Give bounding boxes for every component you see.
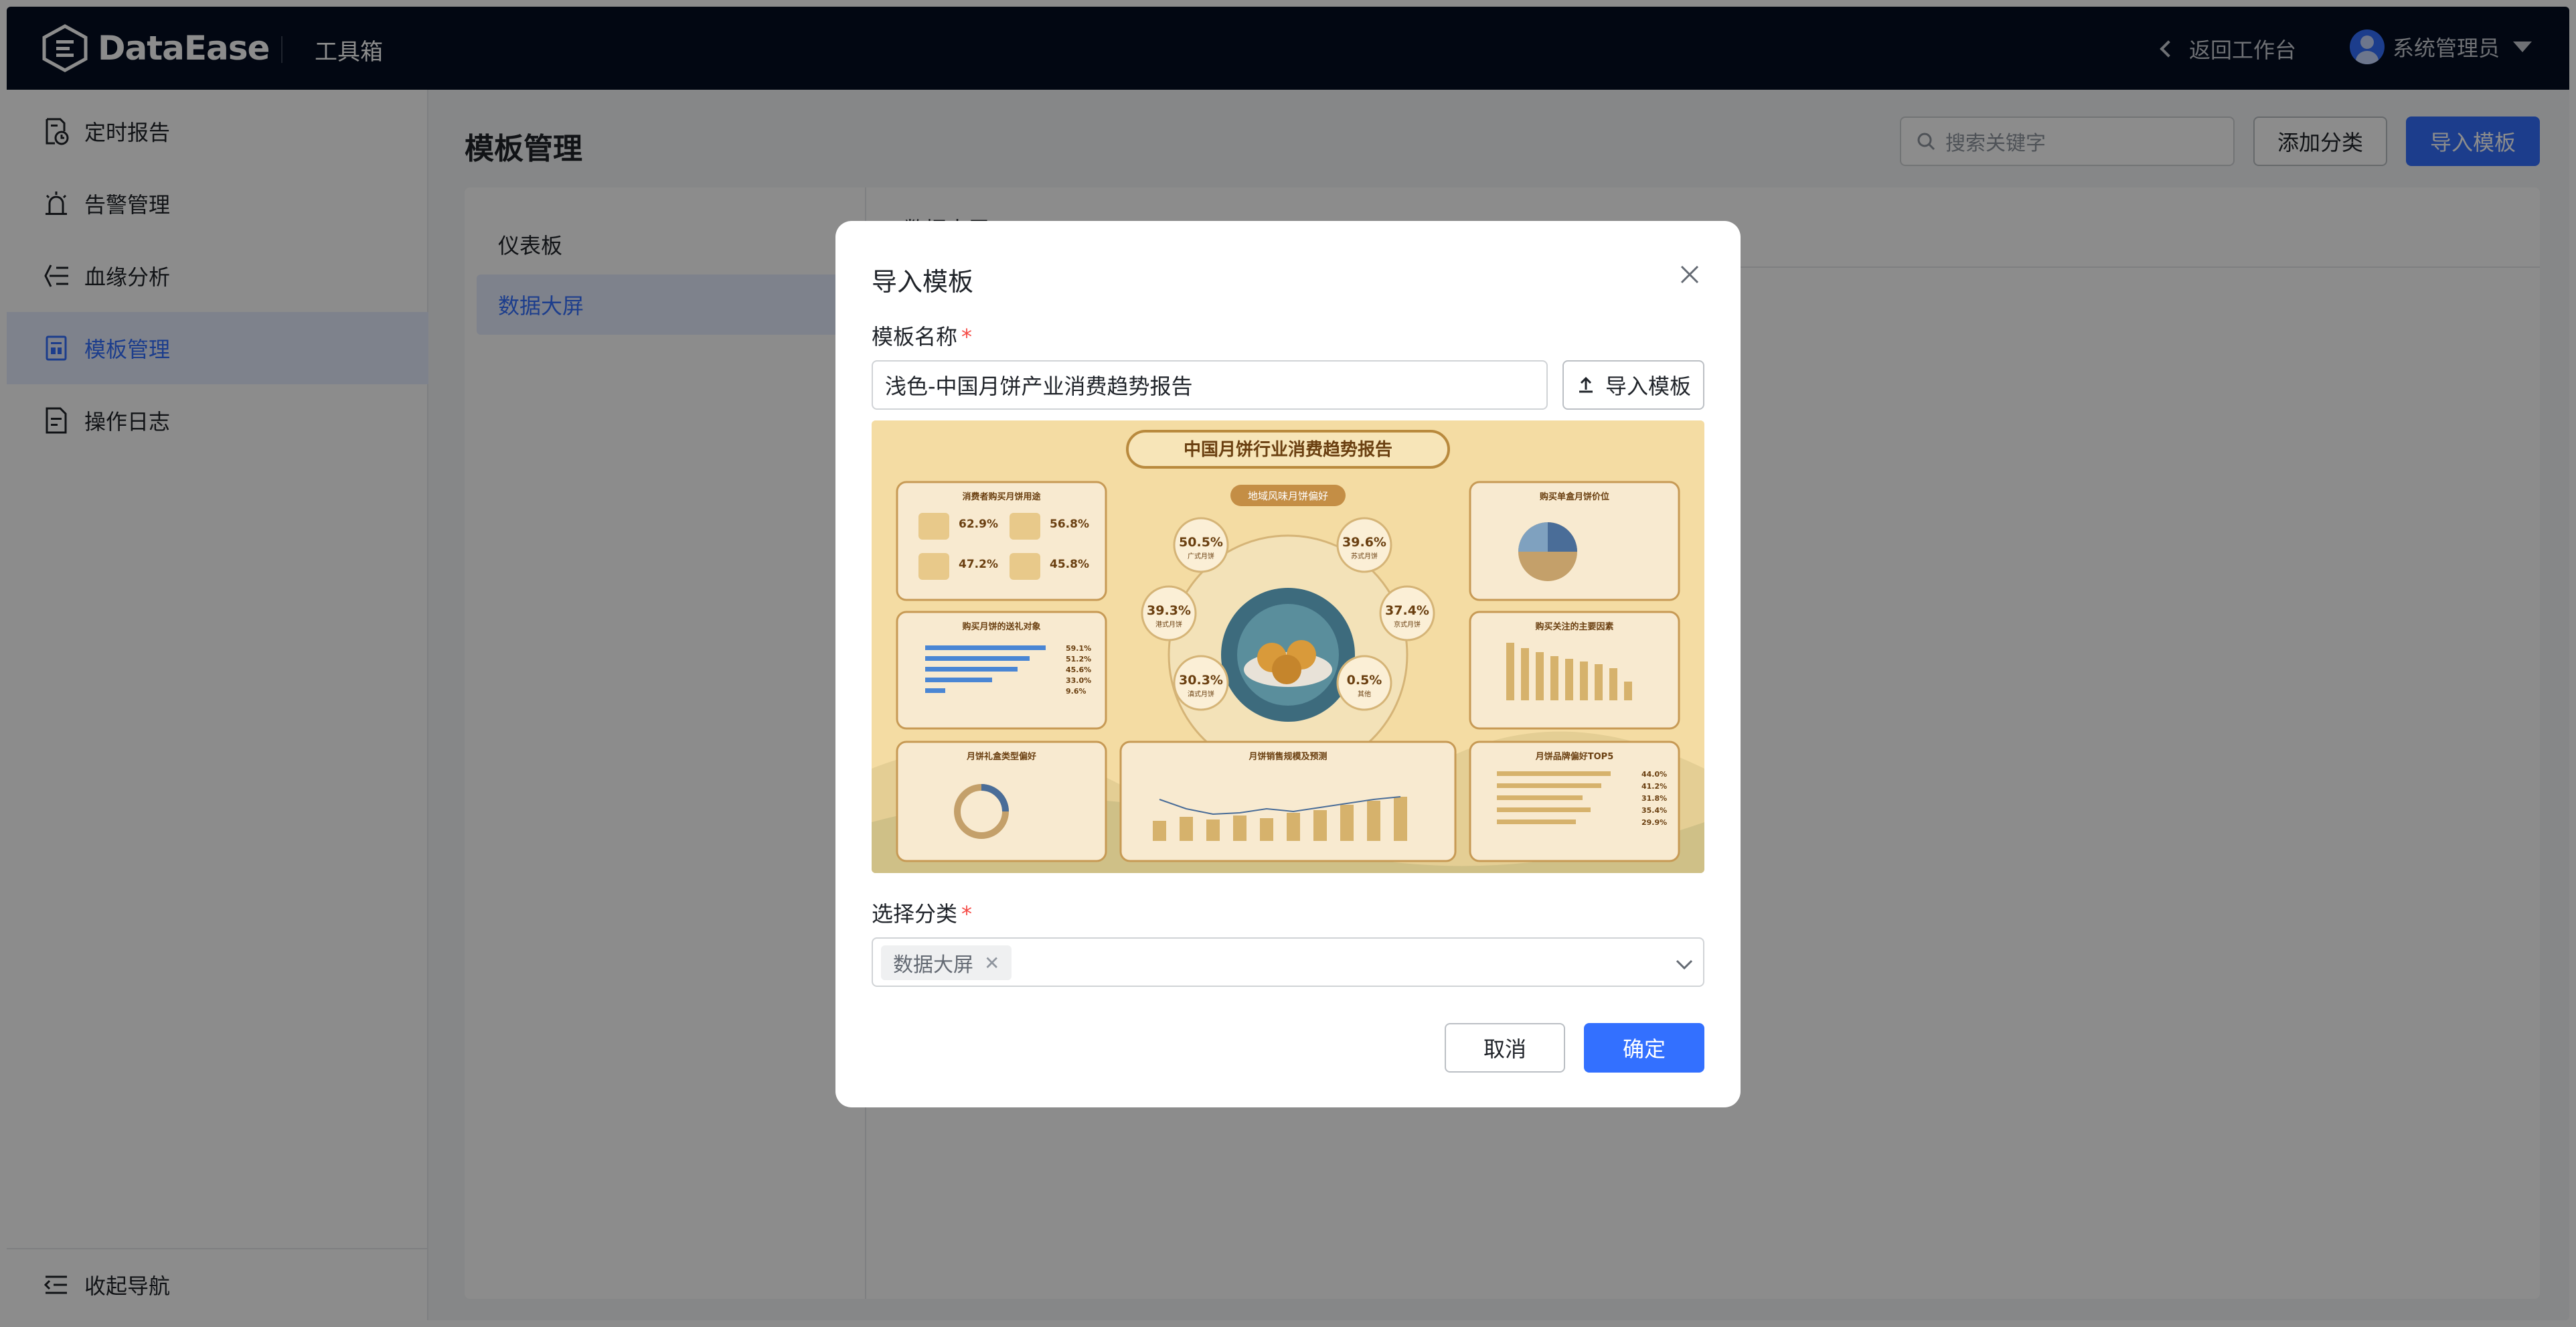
confirm-button[interactable]: 确定	[1584, 1023, 1704, 1073]
preview-center-title: 地域风味月饼偏好	[1248, 490, 1328, 502]
region-stat: 39.6%	[1342, 535, 1386, 550]
import-template-dialog: 导入模板 模板名称 * 浅色-中国月饼产业消费趋势报告 导入模板 中国月饼行业消费…	[835, 221, 1741, 1107]
template-name-label: 模板名称 *	[872, 320, 972, 351]
required-mark: *	[961, 324, 973, 349]
category-select[interactable]: 数据大屏 ✕	[872, 937, 1704, 987]
brand-value: 35.4%	[1641, 806, 1667, 815]
brand-value: 44.0%	[1641, 770, 1667, 779]
close-icon[interactable]	[1676, 261, 1703, 288]
region-stat: 0.5%	[1347, 673, 1382, 688]
gift-value: 9.6%	[1066, 687, 1086, 696]
category-select-label: 选择分类 *	[872, 897, 972, 928]
template-name-label-text: 模板名称	[872, 324, 958, 349]
preview-panel-sales: 月饼销售规模及预测	[1248, 751, 1327, 762]
region-label: 广式月饼	[1188, 552, 1214, 560]
region-stat: 50.5%	[1179, 535, 1223, 550]
region-label: 港式月饼	[1155, 620, 1182, 629]
preview-title: 中国月饼行业消费趋势报告	[1184, 439, 1392, 460]
cancel-button[interactable]: 取消	[1445, 1023, 1565, 1073]
usage-stat: 47.2%	[959, 558, 998, 571]
preview-panel-brand: 月饼品牌偏好TOP5	[1535, 751, 1614, 762]
region-label: 滇式月饼	[1188, 690, 1214, 698]
category-select-label-text: 选择分类	[872, 901, 958, 927]
required-mark: *	[961, 901, 973, 927]
selected-category-tag: 数据大屏 ✕	[881, 945, 1012, 980]
preview-panel-usage: 消费者购买月饼用途	[962, 491, 1041, 502]
tag-label: 数据大屏	[893, 953, 973, 977]
template-name-input[interactable]: 浅色-中国月饼产业消费趋势报告	[872, 360, 1548, 410]
preview-panel-factors: 购买关注的主要因素	[1535, 621, 1613, 632]
region-stat: 37.4%	[1385, 603, 1429, 618]
region-label: 京式月饼	[1394, 620, 1421, 629]
brand-value: 29.9%	[1641, 818, 1667, 827]
preview-canvas: 中国月饼行业消费趋势报告 地域风味月饼偏好 消费者购买月饼用途 62.9% 56…	[872, 420, 1704, 873]
usage-stat: 62.9%	[959, 518, 998, 531]
preview-panel-gift: 购买月饼的送礼对象	[962, 621, 1040, 632]
gift-value: 33.0%	[1066, 676, 1091, 685]
template-preview-image: 中国月饼行业消费趋势报告 地域风味月饼偏好 消费者购买月饼用途 62.9% 56…	[872, 420, 1704, 873]
gift-value: 59.1%	[1066, 644, 1091, 653]
usage-stat: 45.8%	[1050, 558, 1089, 571]
upload-icon	[1579, 376, 1593, 393]
preview-panel-price: 购买单盒月饼价位	[1540, 491, 1609, 502]
gift-value: 45.6%	[1066, 666, 1091, 674]
region-label: 其他	[1358, 690, 1371, 698]
usage-stat: 56.8%	[1050, 518, 1089, 531]
region-label: 苏式月饼	[1351, 552, 1378, 560]
chevron-down-icon	[1676, 959, 1693, 970]
region-stat: 30.3%	[1179, 673, 1223, 688]
region-stat: 39.3%	[1147, 603, 1191, 618]
brand-value: 31.8%	[1641, 794, 1667, 803]
upload-template-button[interactable]: 导入模板	[1562, 360, 1704, 410]
upload-label: 导入模板	[1605, 374, 1691, 399]
preview-panel-giftbox: 月饼礼盒类型偏好	[966, 751, 1036, 762]
brand-value: 41.2%	[1641, 782, 1667, 791]
dialog-title: 导入模板	[872, 267, 974, 297]
tag-remove-icon[interactable]: ✕	[984, 952, 999, 974]
gift-value: 51.2%	[1066, 655, 1091, 664]
